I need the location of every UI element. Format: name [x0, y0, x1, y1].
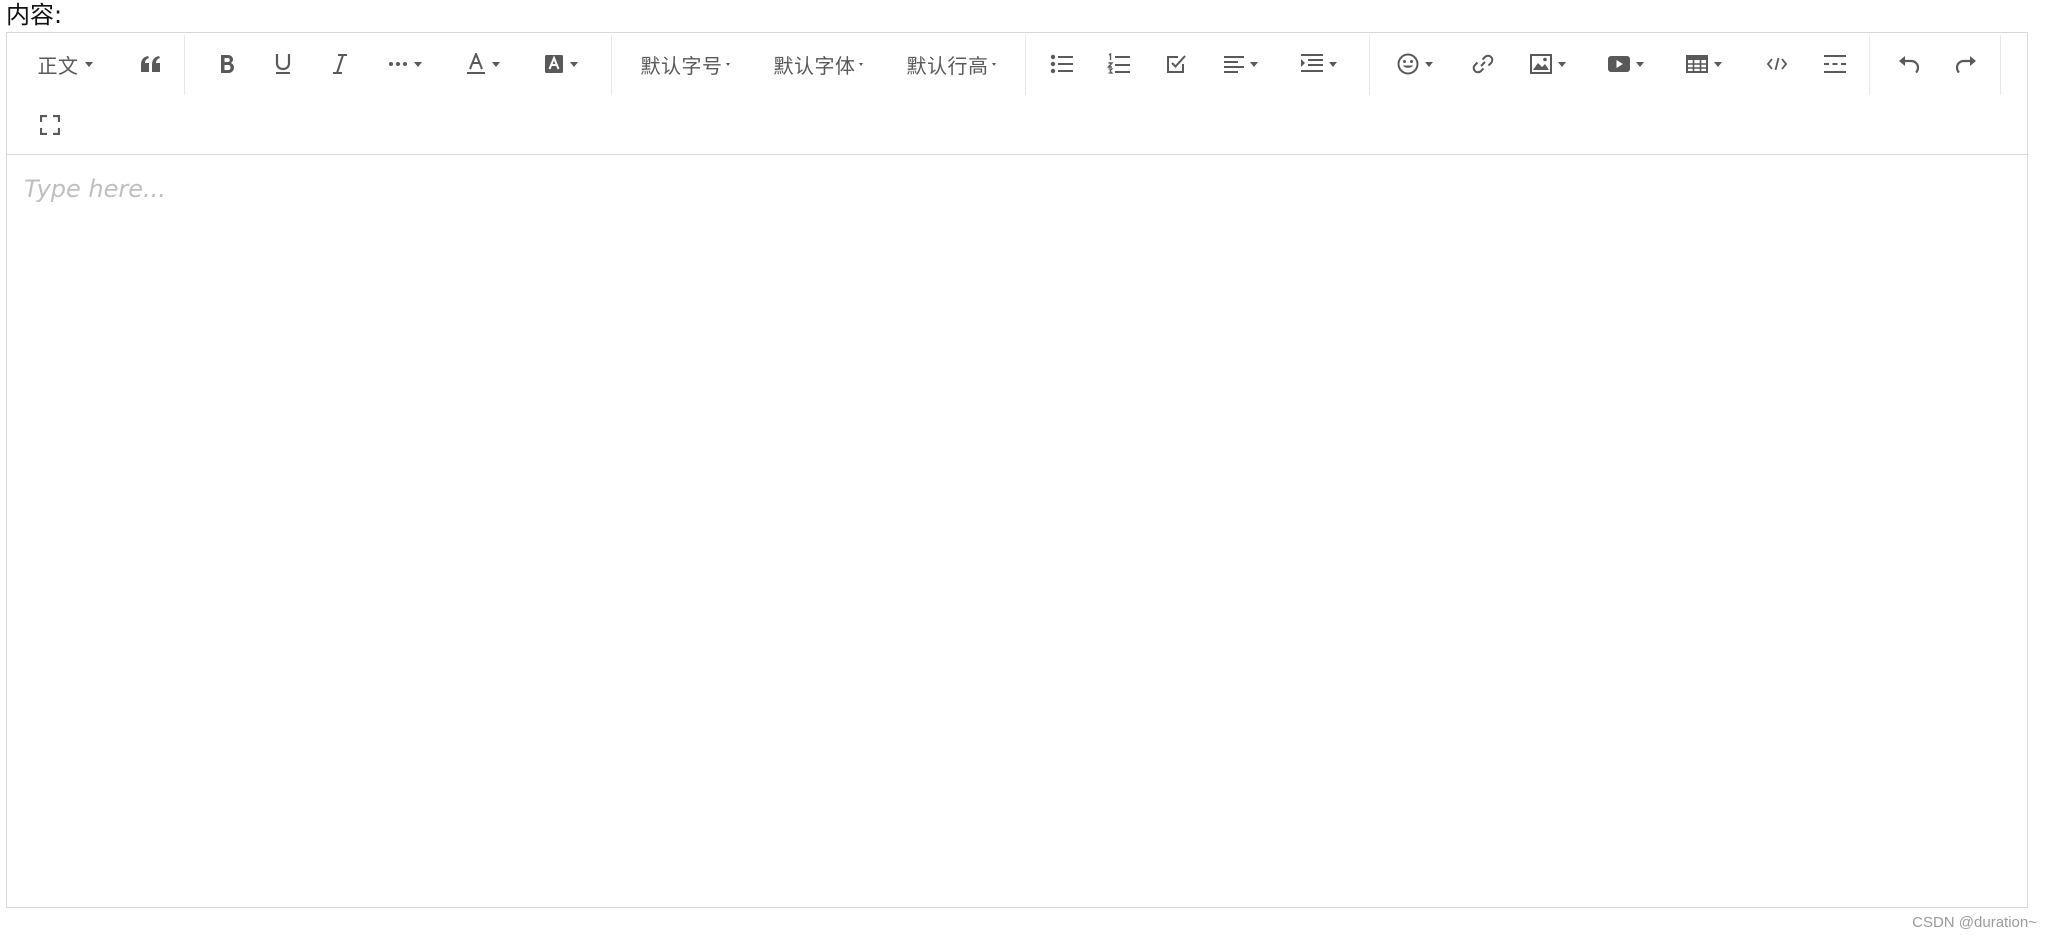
toolbar-row-1: 正文 默认字号 默认字体 默认行高: [7, 33, 2027, 95]
redo-button[interactable]: [1946, 33, 1986, 95]
image-icon: [1530, 54, 1552, 74]
indent-button[interactable]: [1295, 33, 1343, 95]
more-styles-button[interactable]: [379, 33, 431, 95]
font-color-icon: [467, 53, 485, 74]
font-color-button[interactable]: [459, 33, 507, 95]
chevron-down-icon: [570, 61, 578, 67]
editor-toolbar: 正文 默认字号 默认字体 默认行高: [7, 33, 2027, 155]
quote-icon: [141, 56, 160, 72]
emoji-button[interactable]: [1391, 33, 1439, 95]
bulleted-list-icon: [1050, 54, 1073, 74]
toolbar-divider: [1025, 35, 1026, 95]
italic-button[interactable]: [320, 33, 360, 95]
emoji-icon: [1397, 53, 1419, 75]
toolbar-row-2: [7, 95, 2027, 155]
heading-select[interactable]: 正文: [29, 33, 101, 95]
font-family-label: 默认字体: [773, 53, 856, 78]
toolbar-divider: [184, 35, 185, 95]
underline-button[interactable]: [263, 33, 303, 95]
undo-button[interactable]: [1889, 33, 1929, 95]
chevron-down-icon: [858, 62, 863, 66]
chevron-down-icon: [1250, 61, 1258, 67]
chevron-down-icon: [725, 62, 730, 66]
toolbar-divider: [611, 35, 612, 95]
chevron-down-icon: [84, 61, 93, 67]
rich-text-editor: 正文 默认字号 默认字体 默认行高 Type here...: [6, 32, 2028, 908]
underline-icon: [275, 54, 291, 74]
font-size-select[interactable]: 默认字号: [635, 33, 735, 95]
chevron-down-icon: [492, 61, 500, 67]
editor-placeholder: Type here...: [24, 175, 166, 203]
bulleted-list-button[interactable]: [1042, 33, 1082, 95]
numbered-list-icon: [1107, 53, 1130, 74]
bold-button[interactable]: [207, 33, 247, 95]
chevron-down-icon: [414, 61, 422, 67]
horizontal-rule-button[interactable]: [1815, 33, 1855, 95]
insert-table-button[interactable]: [1679, 33, 1729, 95]
background-color-button[interactable]: [537, 33, 585, 95]
toolbar-divider: [1369, 35, 1370, 95]
chevron-down-icon: [1329, 61, 1337, 67]
background-color-icon: [545, 55, 563, 73]
chevron-down-icon: [1636, 61, 1644, 67]
table-icon: [1686, 55, 1708, 73]
line-height-label: 默认行高: [906, 53, 989, 78]
toolbar-divider: [2000, 35, 2001, 95]
video-icon: [1608, 56, 1630, 72]
toolbar-divider: [1869, 35, 1870, 95]
font-size-label: 默认字号: [640, 53, 723, 78]
align-button[interactable]: [1217, 33, 1265, 95]
heading-select-label: 正文: [37, 53, 79, 78]
checkbox-icon: [1167, 55, 1186, 73]
editor-content-area[interactable]: Type here...: [7, 155, 2027, 907]
more-icon: [389, 62, 407, 66]
align-left-icon: [1224, 56, 1244, 73]
watermark: CSDN @duration~: [1912, 914, 2037, 931]
numbered-list-button[interactable]: [1099, 33, 1139, 95]
horizontal-rule-icon: [1824, 55, 1846, 73]
code-button[interactable]: [1757, 33, 1797, 95]
content-label: 内容:: [6, 1, 63, 29]
code-icon: [1767, 57, 1787, 71]
chevron-down-icon: [991, 62, 996, 66]
page: 内容: 正文 默认字号 默认字体 默认行高 Type here... CSDN …: [0, 0, 2045, 935]
fullscreen-icon: [40, 115, 60, 135]
chevron-down-icon: [1714, 61, 1722, 67]
font-family-select[interactable]: 默认字体: [768, 33, 868, 95]
line-height-select[interactable]: 默认行高: [901, 33, 1001, 95]
italic-icon: [333, 54, 347, 74]
fullscreen-button[interactable]: [30, 95, 70, 155]
bold-icon: [221, 55, 234, 73]
link-icon: [1472, 54, 1494, 74]
insert-image-button[interactable]: [1523, 33, 1573, 95]
blockquote-button[interactable]: [131, 33, 171, 95]
chevron-down-icon: [1425, 61, 1433, 67]
redo-icon: [1955, 56, 1976, 73]
insert-link-button[interactable]: [1463, 33, 1503, 95]
indent-icon: [1301, 54, 1323, 72]
todo-list-button[interactable]: [1156, 33, 1196, 95]
insert-video-button[interactable]: [1601, 33, 1651, 95]
undo-icon: [1899, 56, 1920, 73]
chevron-down-icon: [1558, 61, 1566, 67]
